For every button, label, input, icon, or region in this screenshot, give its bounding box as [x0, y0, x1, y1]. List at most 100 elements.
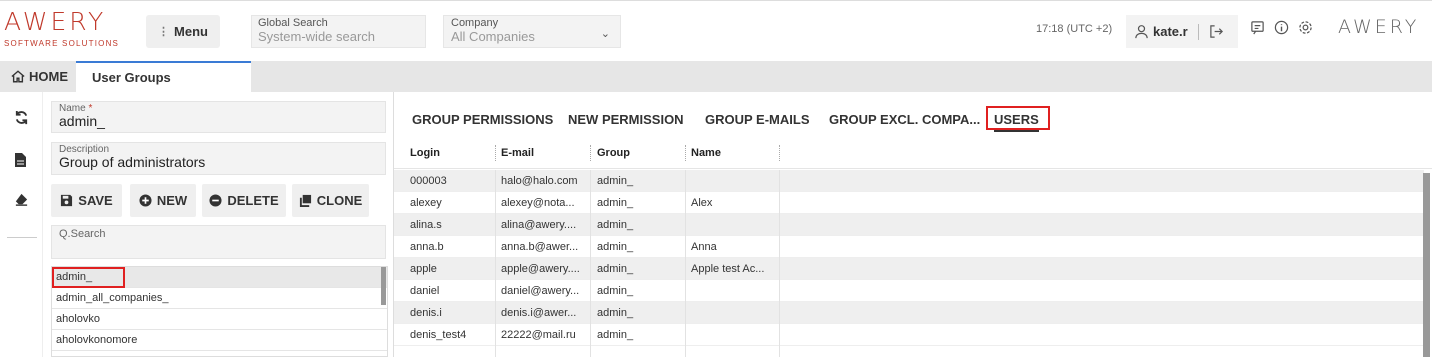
scrollbar[interactable] [1423, 173, 1430, 357]
list-item[interactable]: admin_all_companies_ [52, 288, 387, 309]
highlight-box [52, 267, 125, 288]
refresh-icon[interactable] [14, 110, 29, 125]
column-header-group[interactable]: Group [597, 147, 630, 159]
save-button[interactable]: SAVE [51, 184, 122, 217]
table-row[interactable]: alina.s alina@awery.... admin_ [394, 214, 1424, 236]
tab-group-emails[interactable]: GROUP E-MAILS [705, 112, 810, 127]
list-item[interactable]: aholovko [52, 309, 387, 330]
cell-group: admin_ [597, 307, 634, 319]
table-row[interactable]: daniel daniel@awery... admin_ [394, 280, 1424, 302]
group-edit-panel: Name * admin_ Description Group of admin… [43, 92, 393, 357]
cell-login: denis.i [410, 307, 442, 319]
cell-group: admin_ [597, 219, 634, 231]
scrollbar[interactable] [381, 267, 386, 305]
cell-name: Apple test Ac... [691, 263, 765, 275]
eraser-icon[interactable] [14, 192, 29, 207]
delete-button[interactable]: DELETE [202, 184, 286, 217]
cell-email: denis.i@awer... [501, 307, 577, 319]
column-divider[interactable] [779, 145, 780, 161]
tab-bar: HOME User Groups [0, 61, 1432, 92]
dots-vertical-icon: ⋮ [158, 26, 170, 38]
user-menu[interactable]: kate.r [1126, 15, 1238, 48]
users-table-body: 000003 halo@halo.com admin_ alexey alexe… [394, 170, 1424, 357]
table-row[interactable]: apple apple@awery.... admin_ Apple test … [394, 258, 1424, 280]
clone-button[interactable]: CLONE [292, 184, 369, 217]
company-value: All Companies [451, 29, 535, 44]
tab-group-permissions[interactable]: GROUP PERMISSIONS [412, 112, 553, 127]
global-search-label: Global Search [258, 17, 328, 29]
company-label: Company [451, 17, 499, 29]
column-divider[interactable] [495, 145, 496, 161]
detail-tabs: GROUP PERMISSIONS NEW PERMISSION GROUP E… [394, 106, 1432, 132]
table-row[interactable]: 000003 halo@halo.com admin_ [394, 170, 1424, 192]
table-row[interactable]: alexey alexey@nota... admin_ Alex [394, 192, 1424, 214]
left-tool-rail [0, 92, 43, 357]
new-label: NEW [156, 193, 188, 208]
name-value: admin_ [59, 113, 105, 129]
logout-icon[interactable] [1209, 24, 1224, 39]
cell-login: 000003 [410, 175, 447, 187]
cell-group: admin_ [597, 329, 634, 341]
tab-new-permission[interactable]: NEW PERMISSION [568, 112, 684, 127]
column-divider[interactable] [685, 145, 686, 161]
rail-divider [7, 237, 37, 238]
menu-button[interactable]: ⋮ Menu [146, 15, 220, 48]
gear-icon[interactable] [1298, 20, 1313, 35]
list-item[interactable]: aholovkonomore [52, 330, 387, 351]
column-gridline [685, 170, 686, 357]
cell-group: admin_ [597, 285, 634, 297]
info-icon[interactable] [1274, 20, 1289, 35]
description-field[interactable]: Description Group of administrators [51, 142, 386, 175]
cell-group: admin_ [597, 197, 634, 209]
users-table-header: Login E-mail Group Name [394, 137, 1432, 169]
group-details-panel: GROUP PERMISSIONS NEW PERMISSION GROUP E… [393, 92, 1432, 357]
column-gridline [495, 170, 496, 357]
divider [1197, 23, 1199, 40]
tab-user-groups[interactable]: User Groups [76, 61, 251, 92]
home-icon [11, 70, 25, 83]
column-header-name[interactable]: Name [691, 147, 721, 159]
cell-name: Anna [691, 241, 717, 253]
global-search-input[interactable]: Global Search System-wide search [251, 15, 426, 48]
tab-home-label: HOME [29, 69, 68, 84]
company-select[interactable]: Company All Companies ⌄ [443, 15, 621, 48]
highlight-box [986, 106, 1050, 130]
delete-label: DELETE [227, 193, 279, 208]
column-divider[interactable] [590, 145, 591, 161]
tab-group-excl-companies[interactable]: GROUP EXCL. COMPA... [829, 112, 980, 127]
tab-home[interactable]: HOME [0, 61, 76, 92]
save-label: SAVE [78, 193, 113, 208]
table-row[interactable]: anna.b anna.b@awer... admin_ Anna [394, 236, 1424, 258]
column-gridline [779, 170, 780, 357]
new-button[interactable]: NEW [130, 184, 196, 217]
document-icon[interactable] [14, 152, 27, 168]
table-row[interactable]: denis.i denis.i@awer... admin_ [394, 302, 1424, 324]
awery-logo[interactable]: AWERY SOFTWARE SOLUTIONS [4, 9, 122, 53]
username: kate.r [1153, 24, 1188, 39]
cell-email: halo@halo.com [501, 175, 578, 187]
table-row[interactable]: denis_test4 22222@mail.ru admin_ [394, 324, 1424, 346]
cell-name: Alex [691, 197, 713, 209]
cell-email: anna.b@awer... [501, 241, 579, 253]
clone-label: CLONE [316, 193, 363, 208]
cell-email: 22222@mail.ru [501, 329, 576, 341]
description-value: Group of administrators [59, 154, 206, 170]
column-header-email[interactable]: E-mail [501, 147, 534, 159]
cell-group: admin_ [597, 241, 634, 253]
cell-group: admin_ [597, 263, 634, 275]
menu-label: Menu [174, 24, 208, 39]
column-header-login[interactable]: Login [410, 147, 440, 159]
cell-login: alexey [410, 197, 442, 209]
name-field[interactable]: Name * admin_ [51, 101, 386, 133]
quick-search-label: Q.Search [59, 228, 106, 240]
user-icon [1135, 25, 1148, 39]
chat-icon[interactable] [1250, 20, 1265, 35]
quick-search-input[interactable]: Q.Search [51, 225, 386, 259]
tab-user-groups-label: User Groups [92, 70, 171, 85]
logo-tagline: SOFTWARE SOLUTIONS [4, 39, 120, 48]
global-search-placeholder: System-wide search [258, 29, 376, 44]
cell-group: admin_ [597, 175, 634, 187]
cell-email: alina@awery.... [501, 219, 577, 231]
plus-circle-icon [139, 194, 152, 207]
column-gridline [590, 170, 591, 357]
